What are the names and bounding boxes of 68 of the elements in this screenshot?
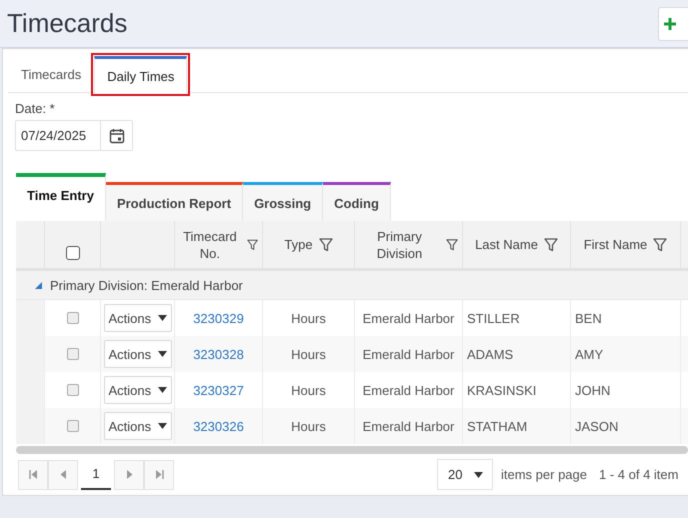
- table-cell: KRASINSKI: [463, 372, 571, 408]
- table-cell: Hours: [263, 372, 355, 408]
- actions-dropdown[interactable]: Actions: [104, 412, 172, 440]
- last-page-button[interactable]: [144, 460, 174, 490]
- column-header[interactable]: Timecard No.: [179, 228, 241, 262]
- next-page-button[interactable]: [114, 460, 144, 490]
- table-cell: JASON: [571, 408, 681, 444]
- caret-icon: [158, 387, 166, 393]
- field-label: Date: *: [15, 101, 56, 116]
- row-checkbox[interactable]: [66, 384, 78, 396]
- plus-icon: [664, 18, 676, 30]
- horizontal-scrollbar[interactable]: [16, 446, 688, 454]
- table-cell: Hours: [263, 300, 355, 336]
- filter-icon[interactable]: [544, 238, 558, 252]
- table-cell: ADAMS: [463, 336, 571, 372]
- actions-dropdown[interactable]: Actions: [104, 304, 172, 332]
- section-tab[interactable]: Coding: [323, 182, 391, 221]
- table-cell: Emerald Harbor: [355, 300, 463, 336]
- row-checkbox[interactable]: [66, 348, 78, 360]
- previous-page-button[interactable]: [48, 460, 78, 490]
- tab[interactable]: Timecards: [8, 56, 94, 92]
- pager-info: 1 - 4 of 4 item: [599, 467, 678, 482]
- filter-icon[interactable]: [246, 238, 258, 252]
- actions-dropdown[interactable]: Actions: [104, 376, 172, 404]
- calendar-icon: [108, 128, 124, 144]
- actions-dropdown[interactable]: Actions: [104, 340, 172, 368]
- caret-icon: [158, 351, 166, 357]
- table-cell: Emerald Harbor: [355, 336, 463, 372]
- date-field[interactable]: 07/24/2025: [15, 120, 100, 151]
- previous-page-icon: [58, 470, 68, 479]
- filter-icon[interactable]: [653, 238, 668, 252]
- next-page-icon: [124, 470, 134, 479]
- first-page-button[interactable]: [18, 460, 48, 490]
- table-cell: BEN: [571, 300, 681, 336]
- add-button[interactable]: [658, 6, 688, 40]
- first-page-icon: [28, 470, 38, 479]
- table-cell: Emerald Harbor: [355, 372, 463, 408]
- table-cell: Hours: [263, 408, 355, 444]
- table-cell: AMY: [571, 336, 681, 372]
- triangle-icon[interactable]: [35, 282, 42, 288]
- last-page-icon: [154, 470, 164, 479]
- caret-icon: [474, 472, 483, 478]
- column-header[interactable]: Type: [284, 236, 313, 253]
- caret-icon: [158, 315, 166, 321]
- column-header[interactable]: Primary Division: [359, 228, 440, 262]
- filter-icon[interactable]: [446, 238, 458, 252]
- caret-icon: [158, 423, 166, 429]
- page-title: Timecards: [7, 8, 128, 39]
- row-checkbox[interactable]: [66, 420, 78, 432]
- tab[interactable]: Daily Times: [94, 56, 188, 93]
- table-cell: Emerald Harbor: [355, 408, 463, 444]
- column-header[interactable]: First Name: [584, 236, 648, 253]
- table-cell: STILLER: [463, 300, 571, 336]
- calendar-button[interactable]: [100, 120, 133, 151]
- page-size-dropdown[interactable]: 20: [437, 459, 493, 490]
- table-cell: Hours: [263, 336, 355, 372]
- section-tab[interactable]: Grossing: [243, 182, 324, 221]
- table-cell: STATHAM: [463, 408, 571, 444]
- page-number[interactable]: 1: [81, 460, 111, 490]
- page-size-label: items per page: [501, 467, 587, 482]
- select-all-checkbox[interactable]: [66, 246, 80, 260]
- filter-icon[interactable]: [318, 238, 333, 252]
- column-header[interactable]: Last Name: [475, 236, 538, 253]
- row-checkbox[interactable]: [66, 312, 78, 324]
- section-tab[interactable]: Time Entry: [16, 173, 106, 221]
- section-tab[interactable]: Production Report: [106, 182, 244, 221]
- table-cell: JOHN: [571, 372, 681, 408]
- group-header: Primary Division: Emerald Harbor: [50, 278, 243, 292]
